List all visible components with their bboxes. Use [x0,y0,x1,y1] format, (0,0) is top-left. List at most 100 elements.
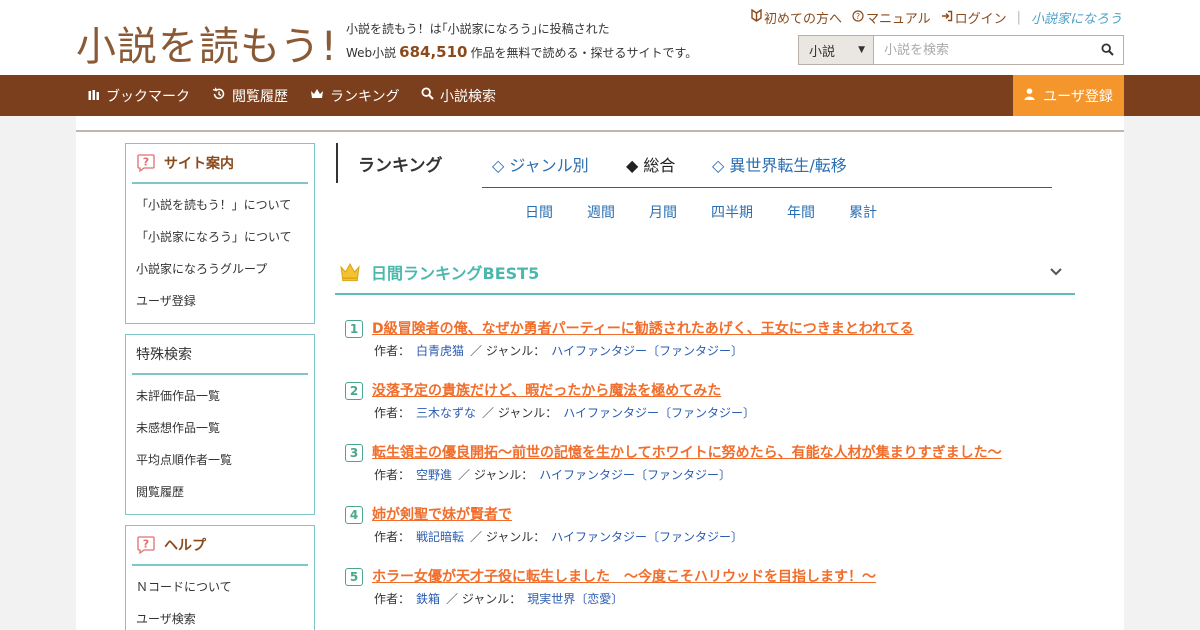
sidebar-item-about-yomou[interactable]: 「小説を読もう！」について [136,188,314,220]
bookmark-icon [88,88,100,104]
author-link[interactable]: 三木なずな [416,406,476,420]
novel-meta: 作者： 鉄箱 ／ ジャンル： 現実世界〔恋愛〕 [374,590,629,607]
toplinks-divider: | [1016,10,1021,25]
best5-header[interactable]: 日間ランキングBEST5 [335,250,1075,295]
novel-meta: 作者： 戦記暗転 ／ ジャンル： ハイファンタジー〔ファンタジー〕 [374,528,749,545]
sidebar-item-narou-group[interactable]: 小説家になろうグループ [136,252,314,284]
author-label: 作者： [374,344,411,358]
novel-title-link[interactable]: 没落予定の貴族だけど、暇だったから魔法を極めてみた [372,380,721,400]
chevron-down-icon[interactable] [1049,262,1063,281]
sidebar-item-ncode[interactable]: Ｎコードについて [136,570,314,602]
genre-label: ／ ジャンル： [470,530,546,544]
sidebar-help-title: ヘルプ [164,538,206,554]
tagline-suffix: 作品を無料で読める・探せるサイトです。 [470,46,698,60]
sidebar-item-author-average[interactable]: 平均点順作者一覧 [136,443,314,475]
register-button[interactable]: ユーザ登録 [1013,75,1124,116]
period-cumulative[interactable]: 累計 [849,202,877,222]
genre-link[interactable]: ハイファンタジー〔ファンタジー〕 [539,468,731,482]
sidebar-item-register[interactable]: ユーザ登録 [136,284,314,316]
ranking-title: ランキング [336,143,443,183]
sidebar-item-history[interactable]: 閲覧履歴 [136,475,314,507]
site-logo[interactable]: 小説を読もう! [76,14,338,72]
site-header: 小説を読もう! 小説を読もう！は｢小説家になろう｣に投稿された Web小説 684… [0,0,1200,75]
author-link[interactable]: 鉄箱 [416,592,440,606]
author-label: 作者： [374,406,411,420]
genre-link[interactable]: ハイファンタジー〔ファンタジー〕 [551,530,743,544]
novel-meta: 作者： 空野進 ／ ジャンル： ハイファンタジー〔ファンタジー〕 [374,466,737,483]
period-monthly[interactable]: 月間 [649,202,677,222]
search-box: 小説 ▼ [798,35,1124,65]
search-type-value: 小説 [809,44,836,60]
genre-label: ／ ジャンル： [446,592,522,606]
period-quarterly[interactable]: 四半期 [711,202,753,222]
author-label: 作者： [374,468,411,482]
top-links: 初めての方へ ? マニュアル ログイン | 小説家になろう [751,8,1122,27]
sidebar-guide-box: ? サイト案内 「小説を読もう！」について 「小説家になろう」について 小説家に… [125,143,315,324]
nav-bookmark-label: ブックマーク [106,88,190,105]
syosetu-brand-link[interactable]: 小説家になろう [1031,8,1122,27]
author-link[interactable]: 空野進 [416,468,452,482]
crown-icon [310,88,324,104]
search-icon [1100,41,1114,60]
novel-meta: 作者： 白青虎猫 ／ ジャンル： ハイファンタジー〔ファンタジー〕 [374,342,749,359]
rank-number-badge: 2 [345,382,363,400]
beginner-icon [751,8,762,26]
nav-ranking[interactable]: ランキング [310,75,400,116]
sidebar-special-title: 特殊検索 [136,347,192,363]
nav-search[interactable]: 小説検索 [421,75,496,116]
best5-title: 日間ランキングBEST5 [371,263,540,283]
question-icon: ? [136,535,156,555]
genre-link[interactable]: 現実世界〔恋愛〕 [527,592,623,606]
login-icon [941,10,953,26]
nav-history[interactable]: 閲覧履歴 [212,75,288,116]
tab-genre[interactable]: ◇ ジャンル別 [492,152,589,176]
user-icon [1024,87,1035,104]
tagline-line1: 小説を読もう！は｢小説家になろう｣に投稿された [346,22,610,36]
svg-text:?: ? [143,538,149,551]
beginner-link[interactable]: 初めての方へ [751,8,842,27]
nav-bookmark[interactable]: ブックマーク [88,75,190,116]
search-input[interactable] [874,36,1091,64]
tab-overall[interactable]: ◆ 総合 [626,152,675,176]
novel-count: 684,510 [399,43,468,61]
author-link[interactable]: 戦記暗転 [416,530,464,544]
tagline-line2: Web小説 684,510 作品を無料で読める・探せるサイトです。 [346,43,697,61]
rank-number-badge: 5 [345,568,363,586]
period-yearly[interactable]: 年間 [787,202,815,222]
login-label: ログイン [954,12,1007,27]
rank-number-badge: 3 [345,444,363,462]
content-divider [76,130,1124,132]
period-daily[interactable]: 日間 [525,202,553,222]
novel-title-link[interactable]: 姉が剣聖で妹が賢者で [372,504,512,524]
author-link[interactable]: 白青虎猫 [416,344,464,358]
genre-link[interactable]: ハイファンタジー〔ファンタジー〕 [551,344,743,358]
chevron-down-icon: ▼ [858,45,865,55]
novel-title-link[interactable]: 転生領主の優良開拓〜前世の記憶を生かしてホワイトに努めたら、有能な人材が集まりす… [372,442,1002,462]
sidebar-item-no-impressions[interactable]: 未感想作品一覧 [136,411,314,443]
login-link[interactable]: ログイン [941,8,1007,27]
author-label: 作者： [374,530,411,544]
novel-title-link[interactable]: D級冒険者の俺、なぜか勇者パーティーに勧誘されたあげく、王女につきまとわれてる [372,318,914,338]
sidebar-special-header: 特殊検索 [132,335,308,375]
sidebar-guide-title: サイト案内 [164,156,234,172]
rank-number-badge: 4 [345,506,363,524]
question-icon: ? [136,153,156,173]
beginner-label: 初めての方へ [763,12,842,27]
genre-link[interactable]: ハイファンタジー〔ファンタジー〕 [563,406,755,420]
sidebar-help-header: ? ヘルプ [132,526,308,566]
left-gutter [0,116,76,630]
novel-meta: 作者： 三木なずな ／ ジャンル： ハイファンタジー〔ファンタジー〕 [374,404,761,421]
manual-link[interactable]: ? マニュアル [852,8,931,27]
period-weekly[interactable]: 週間 [587,202,615,222]
sidebar-item-unrated[interactable]: 未評価作品一覧 [136,379,314,411]
search-icon [421,87,434,104]
genre-label: ／ ジャンル： [470,344,546,358]
search-type-select[interactable]: 小説 ▼ [799,36,874,64]
novel-title-link[interactable]: ホラー女優が天才子役に転生しました ～今度こそハリウッドを目指します！～ [372,566,876,586]
nav-history-label: 閲覧履歴 [232,88,288,105]
svg-text:?: ? [856,12,860,21]
search-button[interactable] [1091,36,1123,64]
sidebar-item-about-narou[interactable]: 「小説家になろう」について [136,220,314,252]
tab-isekai[interactable]: ◇ 異世界転生/転移 [712,152,847,176]
sidebar-item-user-search[interactable]: ユーザ検索 [136,602,314,630]
